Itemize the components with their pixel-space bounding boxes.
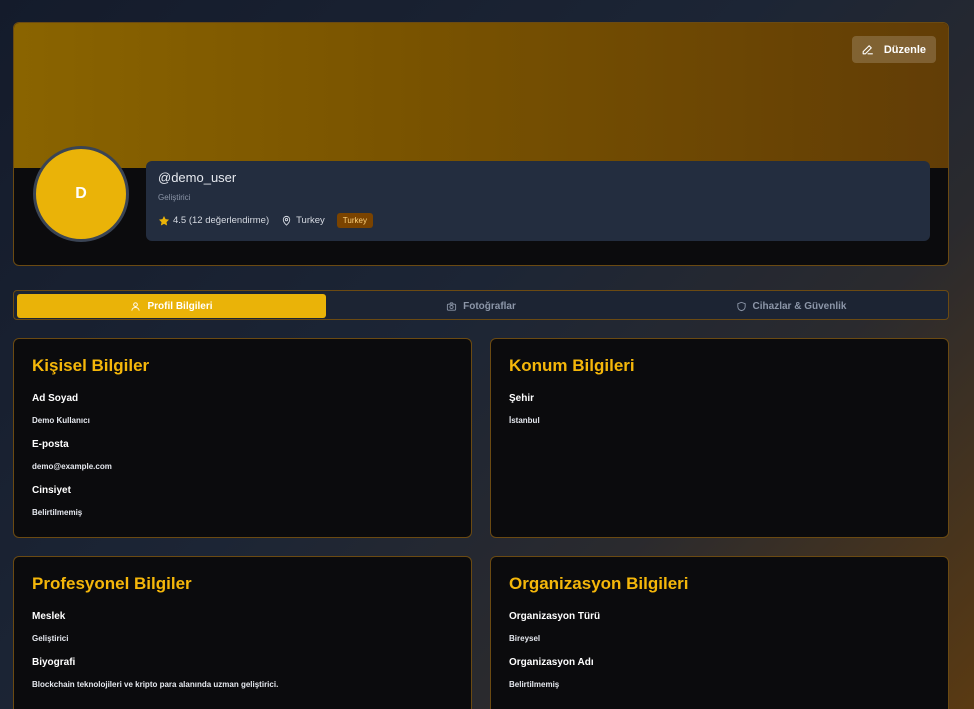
rating-text: 4.5 (12 değerlendirme): [173, 215, 270, 226]
professional-info-card: Profesyonel Bilgiler Meslek Geliştirici …: [13, 556, 472, 709]
star-icon: [158, 215, 170, 227]
country-badge: Turkey: [336, 213, 373, 228]
field-value: demo@example.com: [32, 462, 112, 471]
field-label: E-posta: [32, 439, 69, 450]
field-value: Geliştirici: [32, 634, 69, 643]
card-title: Konum Bilgileri: [509, 356, 635, 375]
card-title: Kişisel Bilgiler: [32, 356, 150, 375]
user-icon: [131, 301, 141, 311]
field-value: İstanbul: [509, 416, 540, 425]
user-role: Geliştirici: [158, 193, 191, 202]
avatar-initial: D: [75, 185, 87, 202]
profile-info-box: @demo_user Geliştirici 4.5 (12 değerlend…: [146, 161, 930, 241]
field-label: Biyografi: [32, 657, 76, 668]
tab-profile-info[interactable]: Profil Bilgileri: [17, 294, 326, 318]
field-value: Demo Kullanıcı: [32, 416, 90, 425]
personal-info-card: Kişisel Bilgiler Ad Soyad Demo Kullanıcı…: [13, 338, 472, 538]
card-title: Organizasyon Bilgileri: [509, 574, 689, 593]
organization-info-card: Organizasyon Bilgileri Organizasyon Türü…: [490, 556, 949, 709]
profile-meta: 4.5 (12 değerlendirme) Turkey Turkey: [158, 213, 373, 228]
camera-icon: [447, 301, 457, 311]
location-pin-icon: [281, 215, 292, 226]
field-value: Belirtilmemiş: [509, 680, 560, 689]
field-value: Blockchain teknolojileri ve kripto para …: [32, 680, 279, 689]
username: @demo_user: [158, 170, 237, 185]
avatar[interactable]: D: [33, 146, 129, 242]
field-label: Şehir: [509, 393, 535, 404]
profile-tabs: Profil Bilgileri Fotoğraflar Cihazlar & …: [13, 290, 949, 320]
field-value: Bireysel: [509, 634, 541, 643]
card-title: Profesyonel Bilgiler: [32, 574, 192, 593]
tab-photos[interactable]: Fotoğraflar: [326, 294, 636, 318]
location-text: Turkey: [296, 215, 325, 226]
tab-label: Fotoğraflar: [463, 300, 516, 312]
field-label: Meslek: [32, 611, 66, 622]
field-label: Ad Soyad: [32, 393, 79, 404]
profile-banner: Düzenle: [14, 23, 948, 168]
profile-card: Düzenle @demo_user Geliştirici 4.5 (12 d…: [13, 22, 949, 266]
pencil-icon: [862, 45, 873, 55]
tab-label: Cihazlar & Güvenlik: [752, 300, 847, 312]
field-label: Organizasyon Türü: [509, 611, 601, 622]
shield-icon: [736, 301, 746, 311]
field-value: Belirtilmemiş: [32, 508, 83, 517]
field-label: Organizasyon Adı: [509, 657, 594, 668]
field-label: Cinsiyet: [32, 485, 71, 496]
location-info-card: Konum Bilgileri Şehir İstanbul: [490, 338, 949, 538]
edit-button-label: Düzenle: [883, 43, 926, 56]
edit-profile-button[interactable]: Düzenle: [851, 36, 936, 63]
tab-label: Profil Bilgileri: [147, 300, 213, 312]
tab-devices-security[interactable]: Cihazlar & Güvenlik: [636, 294, 946, 318]
